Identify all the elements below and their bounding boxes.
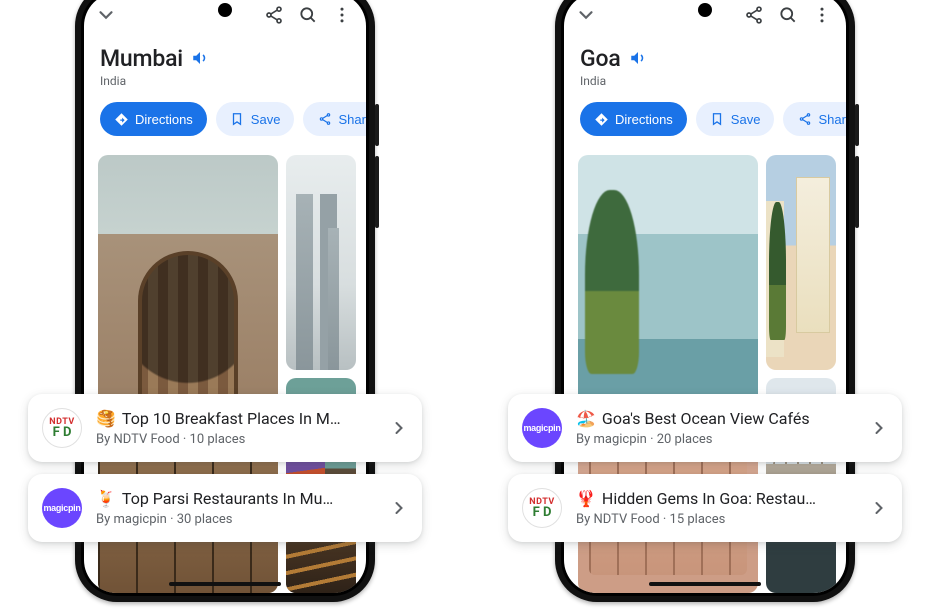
chevron-right-icon <box>386 498 412 518</box>
list-title: Goa's Best Ocean View Cafés <box>602 409 852 428</box>
save-label: Save <box>251 112 281 127</box>
list-emoji-icon: 🥞 <box>96 409 116 428</box>
curated-lists-mumbai: NDTV F D 🥞 Top 10 Breakfast Places In M…… <box>28 394 422 542</box>
gesture-bar <box>649 582 761 586</box>
curated-lists-goa: magicpin 🏖️ Goa's Best Ocean View Cafés … <box>508 394 902 542</box>
chevron-right-icon <box>866 418 892 438</box>
overflow-menu-icon[interactable] <box>328 1 356 29</box>
list-card[interactable]: NDTV F D 🥞 Top 10 Breakfast Places In M…… <box>28 394 422 462</box>
publisher-avatar-ndtv-food: NDTV F D <box>42 408 82 448</box>
search-icon[interactable] <box>774 1 802 29</box>
save-button[interactable]: Save <box>696 102 775 136</box>
bookmark-icon <box>230 112 245 127</box>
save-button[interactable]: Save <box>216 102 295 136</box>
share-icon[interactable] <box>740 1 768 29</box>
side-button <box>375 156 379 228</box>
pronounce-icon[interactable] <box>191 49 211 69</box>
photo-thumb[interactable] <box>286 155 356 370</box>
place-subtitle: India <box>580 74 830 88</box>
directions-button[interactable]: Directions <box>580 102 687 136</box>
list-card[interactable]: magicpin 🍹 Top Parsi Restaurants In Mu… … <box>28 474 422 542</box>
list-byline: By NDTV Food · 15 places <box>576 512 852 527</box>
pronounce-icon[interactable] <box>629 49 649 69</box>
overflow-menu-icon[interactable] <box>808 1 836 29</box>
list-byline: By NDTV Food · 10 places <box>96 432 372 447</box>
share-button[interactable]: Share <box>303 102 366 136</box>
directions-icon <box>594 112 609 127</box>
place-title: Mumbai <box>100 45 183 72</box>
list-title: Top 10 Breakfast Places In M… <box>122 409 372 428</box>
list-card[interactable]: magicpin 🏖️ Goa's Best Ocean View Cafés … <box>508 394 902 462</box>
share-label: Share <box>818 112 846 127</box>
side-button <box>855 104 859 146</box>
bookmark-icon <box>710 112 725 127</box>
share-icon <box>317 112 332 127</box>
directions-button[interactable]: Directions <box>100 102 207 136</box>
side-button <box>855 156 859 228</box>
share-icon <box>797 112 812 127</box>
collapse-sheet-icon[interactable] <box>94 3 118 27</box>
chevron-right-icon <box>866 498 892 518</box>
front-camera <box>218 3 232 17</box>
share-icon[interactable] <box>260 1 288 29</box>
side-button <box>375 104 379 146</box>
publisher-avatar-magicpin: magicpin <box>42 488 82 528</box>
publisher-avatar-magicpin: magicpin <box>522 408 562 448</box>
front-camera <box>698 3 712 17</box>
search-icon[interactable] <box>294 1 322 29</box>
publisher-avatar-ndtv-food: NDTV F D <box>522 488 562 528</box>
place-title: Goa <box>580 45 621 72</box>
list-emoji-icon: 🦞 <box>576 489 596 508</box>
list-emoji-icon: 🍹 <box>96 489 116 508</box>
chevron-right-icon <box>386 418 412 438</box>
list-title: Top Parsi Restaurants In Mu… <box>122 489 372 508</box>
share-label: Share <box>338 112 366 127</box>
directions-label: Directions <box>615 112 673 127</box>
share-button[interactable]: Share <box>783 102 846 136</box>
list-byline: By magicpin · 20 places <box>576 432 852 447</box>
photo-thumb[interactable] <box>766 155 836 370</box>
list-emoji-icon: 🏖️ <box>576 409 596 428</box>
save-label: Save <box>731 112 761 127</box>
collapse-sheet-icon[interactable] <box>574 3 598 27</box>
place-subtitle: India <box>100 74 350 88</box>
list-card[interactable]: NDTV F D 🦞 Hidden Gems In Goa: Restau… B… <box>508 474 902 542</box>
directions-icon <box>114 112 129 127</box>
list-byline: By magicpin · 30 places <box>96 512 372 527</box>
list-title: Hidden Gems In Goa: Restau… <box>602 489 852 508</box>
gesture-bar <box>169 582 281 586</box>
directions-label: Directions <box>135 112 193 127</box>
